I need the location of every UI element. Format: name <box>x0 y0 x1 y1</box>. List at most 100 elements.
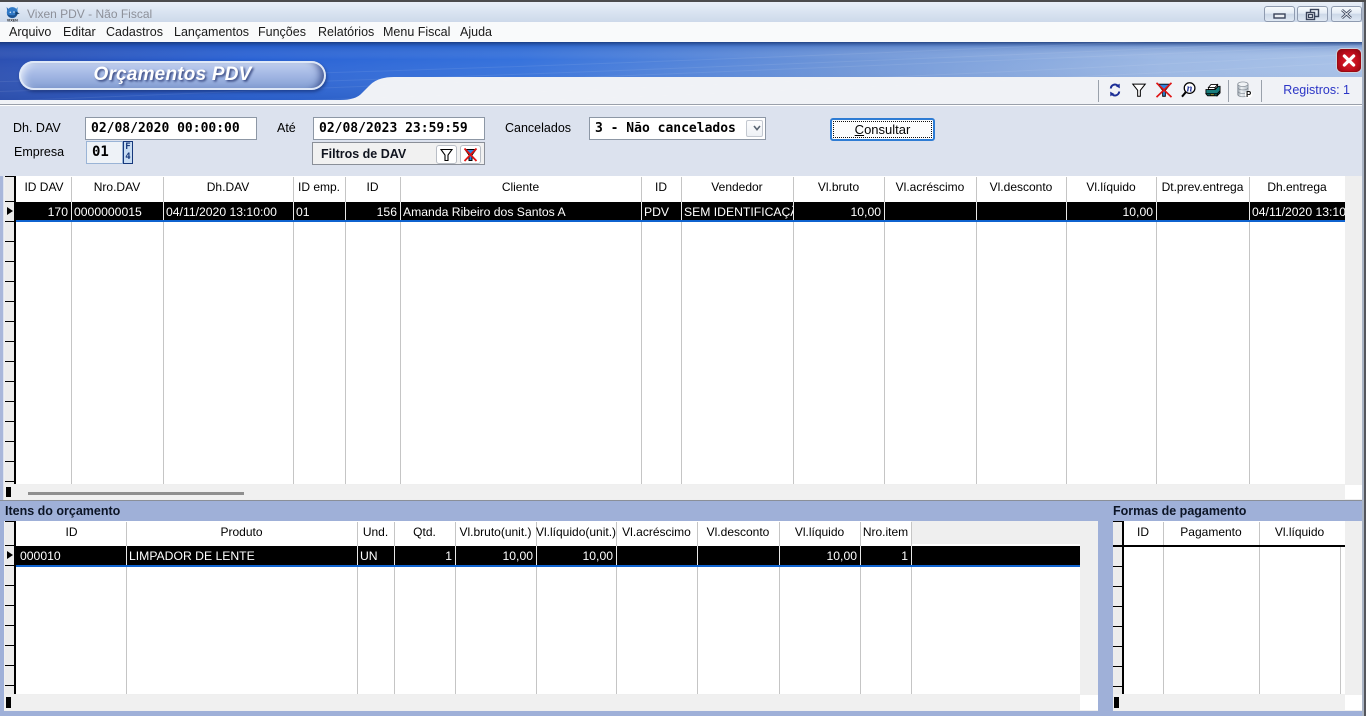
row-cell <box>884 203 976 221</box>
column-line-selected <box>976 202 977 220</box>
indicator-separator <box>5 461 14 462</box>
header-cell[interactable]: ID <box>345 178 400 201</box>
app-window: VIXEN Vixen PDV - Não Fiscal ArquivoEdit… <box>0 0 1366 716</box>
header-cell[interactable]: ID <box>1123 523 1163 546</box>
column-line <box>884 177 885 484</box>
header-cell[interactable]: Cliente <box>400 178 641 201</box>
header-cell[interactable]: Vl.bruto <box>793 178 884 201</box>
column-line-selected <box>455 546 456 565</box>
column-line <box>793 177 794 484</box>
row-cell: SEM IDENTIFICAÇÃO <box>681 203 793 221</box>
scrollbar-mark <box>1114 697 1119 708</box>
row-cell: PDV <box>641 203 681 221</box>
header-cell[interactable]: Vl.desconto <box>976 178 1066 201</box>
indicator-separator <box>1113 646 1122 647</box>
header-cell[interactable]: Dh.entrega <box>1249 178 1345 201</box>
selected-row-underline <box>16 220 1345 222</box>
indicator-separator <box>5 441 14 442</box>
header-cell[interactable]: ID emp. <box>293 178 345 201</box>
indicator-separator <box>1113 686 1122 687</box>
column-line <box>1163 522 1164 694</box>
scrollbar-mark <box>6 697 11 708</box>
header-cell[interactable]: Qtd. <box>394 523 455 545</box>
header-cell[interactable]: Nro.DAV <box>71 178 163 201</box>
header-cell[interactable]: Und. <box>357 523 394 545</box>
header-cell[interactable]: Nro.item <box>860 523 911 545</box>
row-cell: 10,00 <box>1066 203 1156 221</box>
row-cell: 1 <box>860 547 911 566</box>
scrollbar-corner <box>1345 485 1362 499</box>
header-cell[interactable]: Vl.acréscimo <box>884 178 976 201</box>
header-cell[interactable]: Vl.acréscimo <box>616 523 697 545</box>
header-cell[interactable]: Produto <box>126 523 357 545</box>
header-cell[interactable]: Vl.líquido <box>779 523 860 545</box>
column-line-selected <box>357 546 358 565</box>
header-cell[interactable]: Vl.líquido <box>1066 178 1156 201</box>
indicator-separator <box>5 321 14 322</box>
column-line <box>1249 177 1250 484</box>
column-line-selected <box>394 546 395 565</box>
column-line <box>1259 522 1260 694</box>
payments-grid: IDPagamentoVl.líquido <box>1113 521 1362 711</box>
column-line <box>293 177 294 484</box>
header-cell[interactable]: ID DAV <box>17 178 71 201</box>
row-cell <box>976 203 1066 221</box>
indicator-separator <box>5 221 14 222</box>
column-line <box>976 177 977 484</box>
column-line <box>400 177 401 484</box>
horizontal-scrollbar[interactable] <box>4 695 1080 710</box>
row-cell: Amanda Ribeiro dos Santos A <box>400 203 641 221</box>
column-line <box>641 177 642 484</box>
header-cell[interactable]: Pagamento <box>1163 523 1259 546</box>
header-cell[interactable]: Dh.DAV <box>163 178 293 201</box>
column-line-selected <box>911 546 912 565</box>
row-cell: 10,00 <box>793 203 884 221</box>
header-cell[interactable]: ID <box>641 178 681 201</box>
column-line <box>681 177 682 484</box>
header-cell[interactable]: ID <box>17 523 126 545</box>
header-cell[interactable]: Vl.desconto <box>697 523 779 545</box>
column-line-selected <box>1156 202 1157 220</box>
current-row-arrow <box>7 207 13 215</box>
column-line-selected <box>400 202 401 220</box>
header-cell[interactable]: Vl.líquido(unit.) <box>536 523 616 545</box>
selected-row[interactable]: 000010LIMPADOR DE LENTEUN110,0010,0010,0… <box>16 546 1080 565</box>
horizontal-scrollbar[interactable] <box>1113 695 1345 710</box>
column-line-selected <box>641 202 642 220</box>
indicator-separator <box>5 481 14 482</box>
row-cell: UN <box>357 547 394 566</box>
indicator-separator <box>5 241 14 242</box>
indicator-separator <box>5 421 14 422</box>
column-line-selected <box>163 202 164 220</box>
header-underline <box>1113 545 1345 547</box>
column-line-selected <box>681 202 682 220</box>
column-line <box>1156 177 1157 484</box>
indicator-separator <box>5 645 14 646</box>
indicator-separator <box>5 381 14 382</box>
column-line <box>1066 177 1067 484</box>
scrollbar-thumb[interactable] <box>28 492 244 495</box>
indicator-separator <box>1113 626 1122 627</box>
indicator-separator <box>5 301 14 302</box>
indicator-separator <box>5 201 14 202</box>
items-grid: IDProdutoUnd.Qtd.Vl.bruto(unit.)Vl.líqui… <box>4 521 1098 711</box>
column-line-selected <box>779 546 780 565</box>
header-cell[interactable]: Vl.bruto(unit.) <box>455 523 536 545</box>
column-line-selected <box>71 202 72 220</box>
header-cell[interactable]: Vl.líquido <box>1259 523 1340 546</box>
row-cell: 10,00 <box>536 547 616 566</box>
header-cell[interactable]: Dt.prev.entrega <box>1156 178 1249 201</box>
indicator-separator <box>5 565 14 566</box>
row-cell: LIMPADOR DE LENTE <box>126 547 357 566</box>
row-cell: 1 <box>394 547 455 566</box>
current-row-arrow <box>7 551 13 559</box>
column-line-selected <box>345 202 346 220</box>
indicator-separator <box>1113 586 1122 587</box>
header-cell[interactable] <box>911 523 1080 545</box>
indicator-separator <box>5 545 14 546</box>
indicator-separator <box>5 341 14 342</box>
window-border-right <box>1362 2 1366 716</box>
header-cell[interactable]: Vendedor <box>681 178 793 201</box>
row-cell: 000010 <box>17 547 126 566</box>
column-line-selected <box>126 546 127 565</box>
